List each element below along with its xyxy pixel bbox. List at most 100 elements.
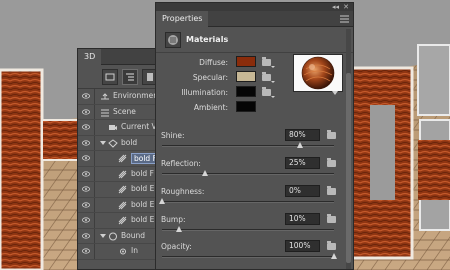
swatch-label: Illumination: (181, 88, 228, 97)
row-divider (94, 244, 95, 259)
tree-row-label: bold E (131, 215, 155, 224)
tab-3d[interactable]: 3D (78, 49, 102, 65)
collapse-panel-icon[interactable]: ◂◂ (332, 3, 339, 11)
material-icon (118, 170, 127, 178)
property-slider-track[interactable] (162, 201, 334, 203)
tree-row-label: bold F (131, 168, 154, 178)
texture-menu-caret-icon[interactable] (271, 81, 275, 83)
filter-meshes-button[interactable] (122, 69, 138, 85)
property-label: Roughness: (161, 187, 205, 196)
visibility-eye-icon[interactable] (82, 217, 90, 223)
property-slider-thumb[interactable] (176, 226, 183, 232)
tree-row[interactable]: bold F (78, 151, 160, 167)
tree-row-label: Environment (113, 91, 161, 100)
row-divider (94, 197, 95, 212)
property-label: Bump: (161, 215, 186, 224)
property-row: Roughness: 0% (156, 185, 346, 211)
materials-icon (165, 32, 181, 48)
color-swatch[interactable] (236, 56, 256, 67)
properties-scrollbar-thumb[interactable] (346, 73, 351, 263)
property-slider-thumb[interactable] (296, 142, 303, 148)
3d-panel-toolbar (78, 65, 160, 89)
visibility-eye-icon[interactable] (82, 232, 90, 239)
property-row: Bump: 10% (156, 213, 346, 239)
property-row: Reflection: 25% (156, 157, 346, 183)
tree-row-label: bold (121, 137, 138, 147)
swatch-label: Specular: (192, 73, 228, 82)
property-slider-track[interactable] (162, 173, 334, 175)
property-slider-track[interactable] (162, 229, 334, 231)
visibility-eye-icon[interactable] (82, 186, 90, 192)
texture-folder-icon[interactable] (327, 241, 336, 250)
swatch-row: Ambient: (156, 101, 286, 114)
visibility-eye-icon[interactable] (82, 248, 90, 254)
section-title: Materials (186, 35, 229, 44)
texture-menu-caret-icon[interactable] (271, 96, 275, 98)
properties-tab-row: Properties (156, 11, 353, 27)
color-swatch[interactable] (236, 71, 256, 82)
texture-folder-icon[interactable] (327, 130, 336, 139)
visibility-eye-icon[interactable] (82, 170, 90, 177)
property-slider-thumb[interactable] (331, 253, 337, 259)
row-divider (94, 120, 95, 135)
tree-row[interactable]: bold E (78, 197, 160, 213)
close-panel-icon[interactable]: ✕ (343, 3, 349, 11)
tree-row[interactable]: Scene (78, 104, 160, 120)
properties-titlebar[interactable]: ◂◂ ✕ (156, 3, 353, 11)
texture-folder-icon[interactable] (327, 158, 336, 167)
wood-letter-right (350, 44, 450, 260)
panel-menu-icon[interactable] (340, 15, 349, 23)
tree-row[interactable]: bold (78, 135, 160, 151)
expand-arrow-icon[interactable] (100, 233, 106, 238)
property-value-field[interactable]: 0% (285, 185, 320, 197)
tree-row[interactable]: bold F (78, 166, 160, 182)
visibility-eye-icon[interactable] (82, 155, 90, 161)
visibility-eye-icon[interactable] (82, 139, 90, 146)
property-value-field[interactable]: 100% (285, 240, 320, 252)
texture-folder-icon[interactable] (327, 186, 336, 195)
material-preview-picker[interactable] (293, 54, 343, 92)
texture-folder-icon[interactable] (262, 87, 271, 96)
visibility-eye-icon[interactable] (82, 108, 90, 115)
material-icon (118, 216, 127, 225)
material-icon (118, 201, 127, 209)
bounding-icon (109, 232, 117, 240)
visibility-eye-icon[interactable] (82, 93, 90, 99)
visibility-eye-icon[interactable] (82, 124, 90, 130)
color-swatch[interactable] (236, 86, 256, 97)
property-row: Shine: 80% (156, 129, 346, 155)
property-value-field[interactable]: 25% (285, 157, 320, 169)
expand-arrow-icon[interactable] (100, 140, 106, 145)
texture-menu-caret-icon[interactable] (271, 66, 275, 68)
3d-panel-header: 3D (78, 49, 160, 65)
scene-icon (101, 109, 109, 116)
tree-row-label: Bound (121, 230, 146, 240)
materials-header: Materials (156, 27, 353, 53)
tree-row[interactable]: Current V (78, 120, 160, 136)
property-value-field[interactable]: 10% (285, 213, 320, 225)
texture-folder-icon[interactable] (262, 57, 271, 66)
property-value-field[interactable]: 80% (285, 129, 320, 141)
tree-row[interactable]: Bound (78, 228, 160, 244)
property-slider-track[interactable] (162, 256, 334, 258)
tree-row-label: Current V (121, 122, 157, 131)
property-slider-thumb[interactable] (202, 170, 208, 176)
tab-properties[interactable]: Properties (156, 11, 209, 27)
tree-row[interactable]: bold E (78, 182, 160, 198)
tree-row[interactable]: bold E (78, 213, 160, 229)
tree-row[interactable]: Environment (78, 89, 160, 105)
property-slider-thumb[interactable] (159, 198, 165, 204)
row-divider (94, 182, 95, 197)
texture-folder-icon[interactable] (262, 72, 271, 81)
texture-folder-icon[interactable] (327, 214, 336, 223)
property-slider-track[interactable] (162, 145, 334, 147)
row-divider (94, 213, 95, 228)
infinite-light-icon (120, 248, 126, 255)
tree-row[interactable]: In (78, 244, 160, 260)
visibility-eye-icon[interactable] (82, 201, 90, 208)
filter-whole-scene-button[interactable] (102, 69, 118, 85)
color-swatch[interactable] (236, 101, 256, 112)
preview-dropdown-icon[interactable] (332, 91, 338, 95)
property-label: Opacity: (161, 242, 192, 251)
scene-filter-icon (105, 73, 115, 81)
